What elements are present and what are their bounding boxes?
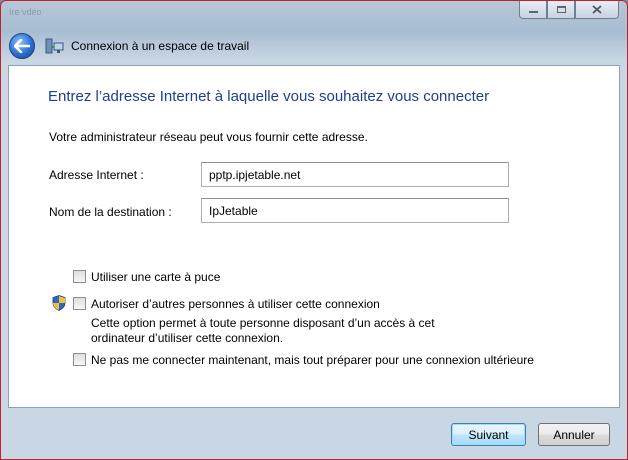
back-button[interactable] bbox=[9, 33, 35, 59]
connect-later-label: Ne pas me connecter maintenant, mais tou… bbox=[91, 353, 534, 367]
back-arrow-icon bbox=[14, 39, 30, 53]
close-button[interactable] bbox=[575, 1, 619, 19]
connect-later-option[interactable]: Ne pas me connecter maintenant, mais tou… bbox=[73, 353, 534, 367]
destination-name-input[interactable] bbox=[201, 198, 509, 223]
smart-card-option[interactable]: Utiliser une carte à puce bbox=[73, 270, 220, 284]
internet-address-input[interactable] bbox=[201, 162, 509, 187]
wizard-title: Connexion à un espace de travail bbox=[71, 39, 250, 53]
maximize-icon bbox=[556, 6, 566, 13]
wizard-footer: Suivant Annuler bbox=[1, 409, 627, 459]
page-description: Votre administrateur réseau peut vous fo… bbox=[49, 130, 368, 144]
network-connection-icon bbox=[45, 37, 65, 55]
maximize-button[interactable] bbox=[547, 1, 575, 19]
wizard-navbar: Connexion à un espace de travail bbox=[9, 31, 249, 61]
smart-card-checkbox[interactable] bbox=[73, 270, 86, 283]
minimize-button[interactable] bbox=[519, 1, 547, 19]
destination-name-label: Nom de la destination : bbox=[49, 205, 172, 219]
allow-others-label: Autoriser d’autres personnes à utiliser … bbox=[91, 297, 380, 311]
dialog-window: Ire vdéo Connexion à un espace de travai… bbox=[0, 0, 628, 460]
internet-address-label: Adresse Internet : bbox=[49, 168, 144, 182]
background-window-title: Ire vdéo bbox=[9, 7, 42, 17]
next-button[interactable]: Suivant bbox=[451, 423, 526, 446]
caption-buttons bbox=[519, 1, 619, 21]
minimize-icon bbox=[528, 11, 538, 13]
smart-card-label: Utiliser une carte à puce bbox=[91, 270, 221, 284]
close-icon bbox=[592, 5, 602, 14]
allow-others-option[interactable]: Autoriser d’autres personnes à utiliser … bbox=[73, 297, 380, 311]
cancel-button[interactable]: Annuler bbox=[538, 423, 610, 446]
page-heading: Entrez l’adresse Internet à laquelle vou… bbox=[48, 88, 490, 105]
connect-later-checkbox[interactable] bbox=[73, 353, 86, 366]
uac-shield-icon bbox=[52, 295, 66, 311]
allow-others-description: Cette option permet à toute personne dis… bbox=[91, 316, 435, 345]
wizard-content: Entrez l’adresse Internet à laquelle vou… bbox=[8, 65, 620, 408]
allow-others-checkbox[interactable] bbox=[73, 297, 86, 310]
